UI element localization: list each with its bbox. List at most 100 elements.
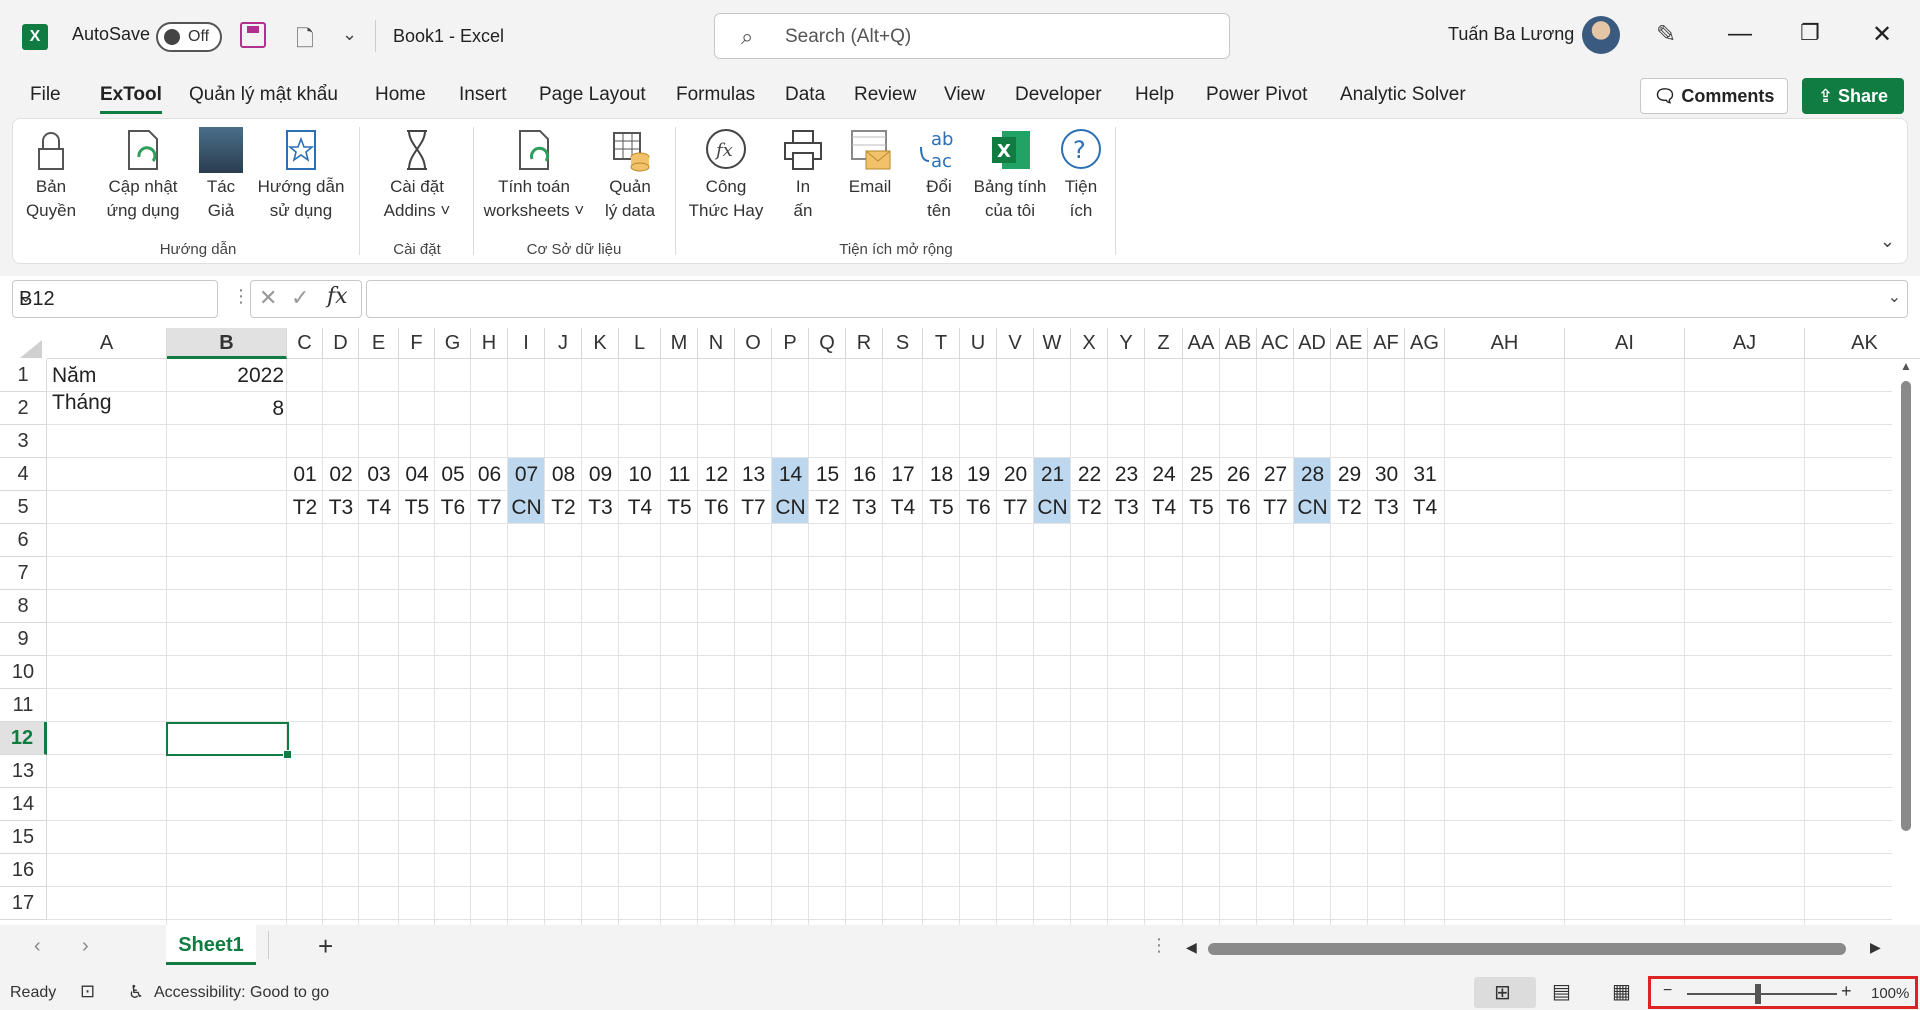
row-header-16[interactable]: 16 <box>0 854 47 887</box>
cell-S5[interactable]: T4 <box>883 491 923 524</box>
cell-B2[interactable]: 8 <box>168 392 284 425</box>
zoom-level[interactable]: 100% <box>1871 985 1909 1002</box>
cell-AC4[interactable]: 27 <box>1257 458 1294 491</box>
cell-L5[interactable]: T4 <box>619 491 661 524</box>
column-header-AG[interactable]: AG <box>1405 328 1445 359</box>
pen-icon[interactable]: ✎ <box>1656 20 1676 49</box>
column-header-D[interactable]: D <box>323 328 359 359</box>
cell-AE5[interactable]: T2 <box>1331 491 1368 524</box>
cell-Y5[interactable]: T3 <box>1108 491 1145 524</box>
cell-AD5[interactable]: CN <box>1294 491 1331 524</box>
enter-icon[interactable]: ✓ <box>291 285 309 311</box>
ribbon-collapse-icon[interactable]: ⌄ <box>1880 231 1895 252</box>
column-header-W[interactable]: W <box>1034 328 1071 359</box>
row-header-14[interactable]: 14 <box>0 788 47 821</box>
avatar[interactable] <box>1582 16 1620 54</box>
row-header-11[interactable]: 11 <box>0 689 47 722</box>
cell-Y4[interactable]: 23 <box>1108 458 1145 491</box>
autosave-toggle[interactable]: Off <box>156 22 222 52</box>
cell-J5[interactable]: T2 <box>545 491 582 524</box>
cell-S4[interactable]: 17 <box>883 458 923 491</box>
minimize-icon[interactable]: — <box>1728 20 1752 48</box>
rename-button[interactable]: ab ac Đổi tên <box>907 127 971 223</box>
cell-AB4[interactable]: 26 <box>1220 458 1257 491</box>
column-header-Z[interactable]: Z <box>1145 328 1183 359</box>
column-header-AI[interactable]: AI <box>1565 328 1685 359</box>
cell-K4[interactable]: 09 <box>582 458 619 491</box>
tab-developer[interactable]: Developer <box>1015 84 1102 106</box>
accessibility-status[interactable]: Accessibility: Good to go <box>154 984 329 1002</box>
column-header-S[interactable]: S <box>883 328 923 359</box>
column-header-C[interactable]: C <box>287 328 323 359</box>
cell-F5[interactable]: T5 <box>399 491 435 524</box>
row-header-7[interactable]: 7 <box>0 557 47 590</box>
license-button[interactable]: Bản Quyền <box>23 127 79 223</box>
prev-sheet-icon[interactable]: ‹ <box>34 935 41 958</box>
manage-data-button[interactable]: Quản lý data <box>595 127 665 223</box>
quick-access-dropdown-icon[interactable]: ⌄ <box>342 24 357 45</box>
sheet-tab-sheet1[interactable]: Sheet1 <box>166 925 256 965</box>
page-break-view-icon[interactable]: ▦ <box>1612 979 1631 1004</box>
cell-V5[interactable]: T7 <box>997 491 1034 524</box>
cell-Q4[interactable]: 15 <box>809 458 846 491</box>
cell-W5[interactable]: CN <box>1034 491 1071 524</box>
row-header-6[interactable]: 6 <box>0 524 47 557</box>
row-header-17[interactable]: 17 <box>0 887 47 920</box>
cell-D4[interactable]: 02 <box>323 458 359 491</box>
author-button[interactable]: Tác Giả <box>193 127 249 223</box>
cell-W4[interactable]: 21 <box>1034 458 1071 491</box>
add-sheet-button[interactable]: + <box>318 931 333 962</box>
new-file-icon[interactable]: 🗋 <box>296 22 314 60</box>
cell-E5[interactable]: T4 <box>359 491 399 524</box>
column-header-J[interactable]: J <box>545 328 582 359</box>
cell-C4[interactable]: 01 <box>287 458 323 491</box>
my-workbooks-button[interactable]: X Bảng tính của tôi <box>965 127 1055 223</box>
cell-R5[interactable]: T3 <box>846 491 883 524</box>
cell-AF4[interactable]: 30 <box>1368 458 1405 491</box>
row-header-5[interactable]: 5 <box>0 491 47 524</box>
cell-AE4[interactable]: 29 <box>1331 458 1368 491</box>
cell-AA4[interactable]: 25 <box>1183 458 1220 491</box>
row-header-4[interactable]: 4 <box>0 458 47 491</box>
row-header-15[interactable]: 15 <box>0 821 47 854</box>
column-header-Y[interactable]: Y <box>1108 328 1145 359</box>
tab-file[interactable]: File <box>30 84 61 106</box>
tab-help[interactable]: Help <box>1135 84 1174 106</box>
cell-B1[interactable]: 2022 <box>168 359 284 392</box>
cell-E4[interactable]: 03 <box>359 458 399 491</box>
column-header-R[interactable]: R <box>846 328 883 359</box>
cell-T4[interactable]: 18 <box>923 458 960 491</box>
row-header-9[interactable]: 9 <box>0 623 47 656</box>
email-button[interactable]: Email <box>835 127 905 199</box>
cancel-icon[interactable]: ✕ <box>259 285 277 311</box>
cell-AG5[interactable]: T4 <box>1405 491 1445 524</box>
cell-AF5[interactable]: T3 <box>1368 491 1405 524</box>
cell-AC5[interactable]: T7 <box>1257 491 1294 524</box>
zoom-slider-thumb[interactable] <box>1755 984 1761 1004</box>
cell-M4[interactable]: 11 <box>661 458 698 491</box>
cell-U5[interactable]: T6 <box>960 491 997 524</box>
column-header-AF[interactable]: AF <box>1368 328 1405 359</box>
column-header-U[interactable]: U <box>960 328 997 359</box>
cell-G5[interactable]: T6 <box>435 491 471 524</box>
cell-L4[interactable]: 10 <box>619 458 661 491</box>
cell-H5[interactable]: T7 <box>471 491 508 524</box>
print-button[interactable]: In ấn <box>773 127 833 223</box>
scroll-up-icon[interactable]: ▲ <box>1900 359 1912 373</box>
column-header-AJ[interactable]: AJ <box>1685 328 1805 359</box>
column-header-E[interactable]: E <box>359 328 399 359</box>
column-header-I[interactable]: I <box>508 328 545 359</box>
horizontal-scroll-thumb[interactable] <box>1208 943 1846 955</box>
cell-Z4[interactable]: 24 <box>1145 458 1183 491</box>
zoom-out-button[interactable]: − <box>1663 982 1672 1000</box>
cell-X5[interactable]: T2 <box>1071 491 1108 524</box>
cell-V4[interactable]: 20 <box>997 458 1034 491</box>
selected-cell-B12[interactable] <box>166 722 292 759</box>
cell-O5[interactable]: T7 <box>735 491 772 524</box>
tab-extool[interactable]: ExTool <box>100 84 162 114</box>
user-name[interactable]: Tuấn Ba Lương <box>1448 24 1574 45</box>
cell-A2[interactable]: Tháng <box>52 386 112 419</box>
page-layout-view-icon[interactable]: ▤ <box>1552 979 1571 1004</box>
column-header-AE[interactable]: AE <box>1331 328 1368 359</box>
row-header-8[interactable]: 8 <box>0 590 47 623</box>
